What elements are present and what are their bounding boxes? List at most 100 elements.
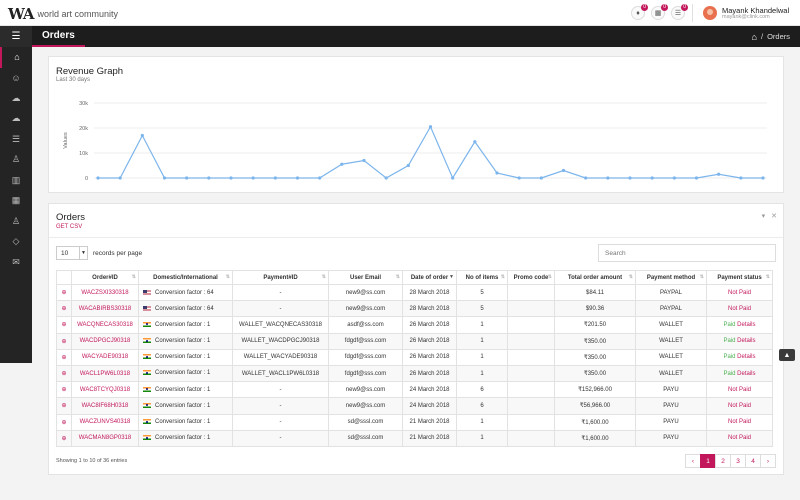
details-link[interactable]: Details: [737, 322, 755, 328]
column-header[interactable]: Total order amount ⇅: [554, 270, 636, 285]
column-header[interactable]: Domestic/International ⇅: [138, 270, 233, 285]
expand-row-icon[interactable]: ⊕: [61, 322, 66, 328]
details-link[interactable]: Details: [737, 354, 755, 360]
payment-method: WALLET: [659, 370, 683, 377]
table-row[interactable]: ⊕ WACYADE90318 Conversion factor : 1 WALLET…: [56, 348, 773, 366]
cloud-download-icon[interactable]: ☁: [0, 88, 32, 109]
user-email: fdgdf@sss.com: [344, 370, 387, 377]
avatar[interactable]: [703, 6, 717, 20]
expand-row-icon[interactable]: ⊕: [61, 436, 66, 442]
column-header[interactable]: Payment#ID ⇅: [232, 270, 329, 285]
table-row[interactable]: ⊕ WACABIRBS30318 Conversion factor : 64 - ne…: [56, 300, 773, 318]
payment-id: WALLET_WACYADE90318: [243, 354, 318, 361]
table-row[interactable]: ⊕ WAC8IF68H0318 Conversion factor : 1 - new9…: [56, 397, 773, 415]
data-point: [650, 176, 654, 180]
user-icon[interactable]: ☺: [0, 68, 32, 89]
order-id-link[interactable]: WAC8TCYQJ0318: [80, 387, 130, 393]
table-row[interactable]: ⊕ WACDPGCJ90318 Conversion factor : 1 WALLE…: [56, 332, 773, 350]
records-per-page-select[interactable]: 10 ▼: [56, 246, 88, 260]
data-point: [451, 176, 455, 180]
table-row[interactable]: ⊕ WACZSXI330318 Conversion factor : 64 - new…: [56, 283, 773, 302]
page-button[interactable]: 1: [700, 454, 716, 468]
column-header[interactable]: Promo code ⇅: [507, 270, 555, 285]
home-icon[interactable]: ⌂: [0, 47, 32, 68]
page-button[interactable]: 3: [730, 454, 746, 468]
next-page-button[interactable]: ›: [760, 454, 776, 468]
order-id-link[interactable]: WACDPGCJ90318: [80, 338, 131, 344]
payment-id: -: [279, 402, 282, 409]
logo-text: world art community: [37, 9, 119, 19]
expand-row-icon[interactable]: ⊕: [61, 371, 66, 377]
close-icon[interactable]: ✕: [771, 212, 777, 220]
cloud-upload-icon[interactable]: ☁: [0, 109, 32, 130]
payment-id: -: [279, 305, 282, 312]
order-id-link[interactable]: WACZSXI330318: [81, 290, 128, 296]
payment-method: PAYU: [663, 402, 679, 409]
scroll-to-top-button[interactable]: ▲: [779, 349, 795, 361]
list-icon[interactable]: ☰ 0: [671, 4, 688, 20]
order-id-link[interactable]: WACYADE90318: [82, 354, 128, 360]
order-id-link[interactable]: WACZUNVS40318: [80, 419, 131, 425]
item-count: 1: [480, 370, 484, 377]
logo[interactable]: WA world art community: [8, 5, 118, 23]
mail-icon[interactable]: ✉: [0, 252, 32, 273]
payment-method: PAYU: [663, 386, 679, 393]
table-row[interactable]: ⊕ WACZUNVS40318 Conversion factor : 1 - sd@s…: [56, 413, 773, 431]
user-settings-icon[interactable]: ♙: [0, 150, 32, 171]
person-icon[interactable]: ♙: [0, 211, 32, 232]
payment-status: Not Paid: [727, 419, 751, 426]
table-row[interactable]: ⊕ WACL1PW6L0318 Conversion factor : 1 WALLE…: [56, 364, 773, 383]
table-icon[interactable]: ▦: [0, 191, 32, 212]
order-id-link[interactable]: WACL1PW6L0318: [80, 371, 130, 377]
expand-row-icon[interactable]: ⊕: [61, 420, 66, 426]
search-input[interactable]: [598, 244, 776, 262]
bell-icon[interactable]: ♦ 0: [631, 4, 648, 20]
sort-icon: ⇅: [699, 274, 704, 280]
hamburger-menu-icon[interactable]: ☰: [0, 26, 32, 47]
expand-row-icon[interactable]: ⊕: [61, 355, 66, 361]
us-flag-icon: [143, 305, 151, 311]
y-tick-label: 10k: [79, 151, 88, 157]
records-per-page-value: 10: [61, 249, 69, 257]
details-link[interactable]: Details: [737, 338, 755, 344]
user-email: new9@ss.com: [345, 386, 386, 393]
payment-status: Not Paid: [727, 289, 751, 296]
get-csv-link[interactable]: GET CSV: [56, 224, 82, 230]
column-header[interactable]: Payment method ⇅: [635, 270, 707, 285]
user-email: mayank@clink.com: [722, 14, 770, 20]
column-header[interactable]: User Email ⇅: [328, 270, 403, 285]
order-amount: ₹201.50: [583, 322, 607, 329]
home-icon[interactable]: ⌂: [752, 32, 757, 42]
list-icon[interactable]: ☰: [0, 129, 32, 150]
conversion-factor: Conversion factor : 1: [155, 386, 211, 393]
column-header[interactable]: Date of order ▼: [402, 270, 457, 285]
user-email: sd@sssl.com: [347, 419, 384, 426]
details-link[interactable]: Details: [737, 371, 755, 377]
table-row[interactable]: ⊕ WAC8TCYQJ0318 Conversion factor : 1 - new9…: [56, 381, 773, 399]
column-header[interactable]: Payment status ⇅: [706, 270, 773, 285]
prev-page-button[interactable]: ‹: [685, 454, 701, 468]
tag-icon[interactable]: ◇: [0, 232, 32, 253]
expand-row-icon[interactable]: ⊕: [61, 290, 66, 296]
order-id-link[interactable]: WACQNECAS30318: [77, 322, 133, 328]
page-button[interactable]: 2: [715, 454, 731, 468]
sort-icon: ⇅: [547, 274, 552, 280]
expand-row-icon[interactable]: ⊕: [61, 403, 66, 409]
data-point: [118, 176, 122, 180]
data-point: [739, 176, 743, 180]
collapse-icon[interactable]: ▾: [762, 212, 766, 220]
table-row[interactable]: ⊕ WACMAN8GP0318 Conversion factor : 1 - sd@s…: [56, 429, 773, 447]
y-tick-label: 30k: [79, 101, 88, 107]
column-header[interactable]: Order#ID ⇅: [71, 270, 139, 285]
expand-row-icon[interactable]: ⊕: [61, 339, 66, 345]
order-id-link[interactable]: WACMAN8GP0318: [79, 435, 131, 441]
bar-chart-icon[interactable]: ▥: [0, 170, 32, 191]
order-id-link[interactable]: WAC8IF68H0318: [82, 403, 129, 409]
page-button[interactable]: 4: [745, 454, 761, 468]
column-header[interactable]: No of items ⇅: [456, 270, 508, 285]
table-row[interactable]: ⊕ WACQNECAS30318 Conversion factor : 1 WALL…: [56, 316, 773, 334]
expand-row-icon[interactable]: ⊕: [61, 306, 66, 312]
calendar-icon[interactable]: ▦ 0: [651, 4, 668, 20]
expand-row-icon[interactable]: ⊕: [61, 387, 66, 393]
order-id-link[interactable]: WACABIRBS30318: [79, 306, 131, 312]
